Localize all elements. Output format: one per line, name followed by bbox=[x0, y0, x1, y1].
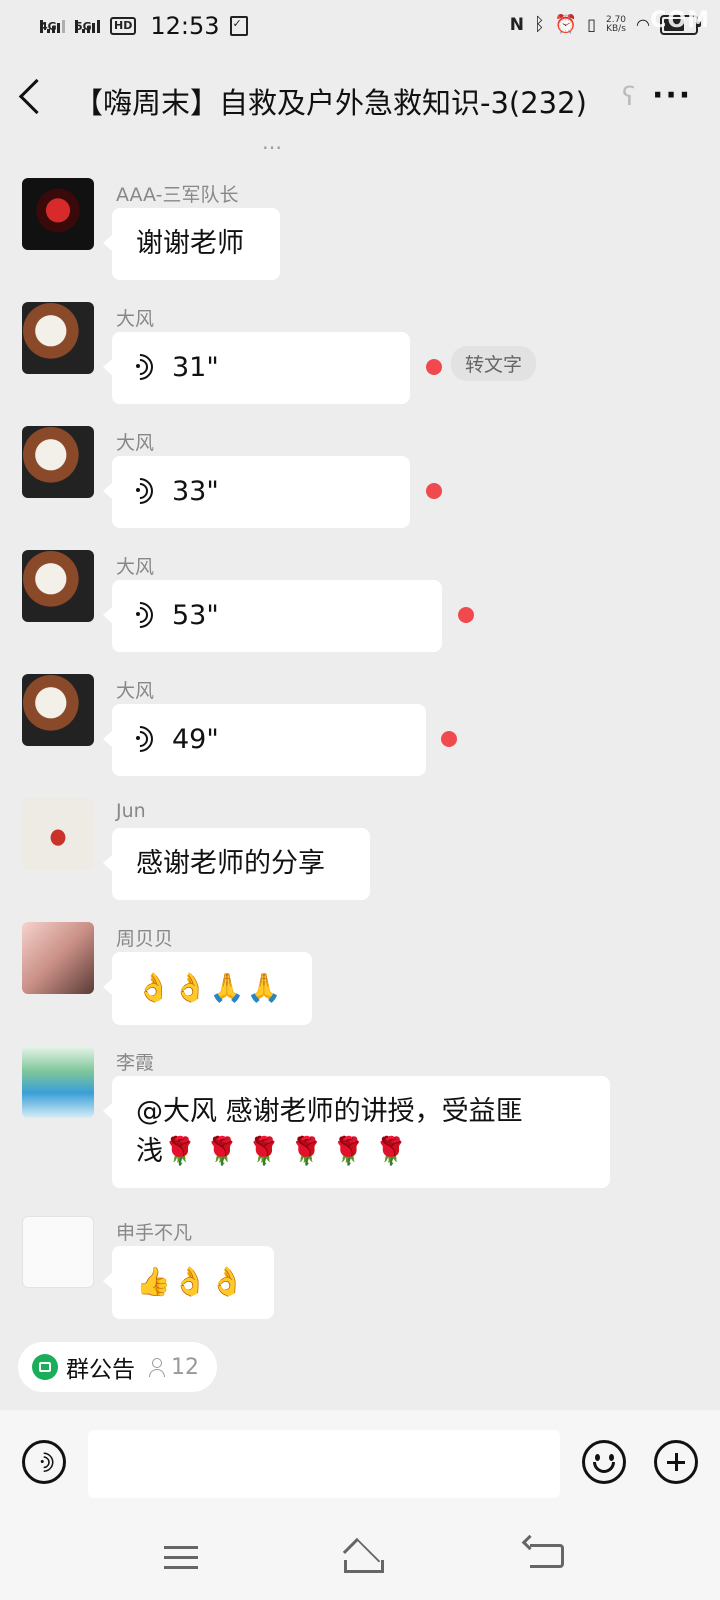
avatar[interactable] bbox=[22, 550, 94, 622]
vibrate-icon: ▯ bbox=[587, 15, 596, 34]
announcement-icon bbox=[32, 1354, 58, 1380]
sender-name: 周贝贝 bbox=[116, 928, 174, 950]
voice-icon bbox=[29, 1448, 58, 1477]
network-speed-unit: KB/s bbox=[606, 23, 626, 34]
cut-off-message: … bbox=[262, 144, 462, 154]
clipboard-icon bbox=[229, 16, 248, 36]
avatar[interactable] bbox=[22, 302, 94, 374]
network-speed: 2.70 KB/s bbox=[606, 15, 626, 34]
watermark: COM bbox=[650, 8, 710, 33]
sender-name: Jun bbox=[116, 800, 146, 822]
recent-apps-icon[interactable] bbox=[164, 1546, 198, 1570]
voice-duration: 49" bbox=[172, 724, 219, 755]
sender-name: 李霞 bbox=[116, 1052, 155, 1074]
voice-duration: 31" bbox=[172, 352, 219, 383]
message-bubble[interactable]: 👌👌🙏🙏 bbox=[103, 952, 312, 1025]
status-bar: 4G 5G HD 12:53 N ᛒ ⏰ ▯ 2.70 KB/s ◠ COM bbox=[0, 0, 720, 56]
back-arrow-icon[interactable] bbox=[18, 78, 55, 115]
voice-duration: 33" bbox=[172, 476, 219, 507]
message-text: 谢谢老师 bbox=[136, 228, 244, 259]
more-options-button[interactable]: ··· bbox=[652, 78, 692, 113]
message-bubble[interactable]: 感谢老师的分享 bbox=[103, 828, 370, 900]
network-label-4g: 4G bbox=[40, 19, 57, 33]
voice-message-bubble[interactable]: 33" bbox=[103, 456, 410, 528]
bluetooth-icon: ᛒ bbox=[533, 14, 545, 35]
system-nav-bar bbox=[0, 1510, 720, 1600]
hd-voice-icon: HD bbox=[110, 17, 137, 35]
alarm-icon: ⏰ bbox=[554, 14, 578, 35]
message-text-line2: 浅🌹 🌹 🌹 🌹 🌹 🌹 bbox=[136, 1136, 408, 1167]
signal-4g-icon: 4G bbox=[40, 19, 65, 33]
voice-message-bubble[interactable]: 53" bbox=[103, 580, 442, 652]
announcement-count: 12 bbox=[171, 1354, 199, 1380]
sender-name: 申手不凡 bbox=[116, 1222, 193, 1244]
message-input[interactable] bbox=[88, 1430, 560, 1498]
sender-name: 大风 bbox=[116, 432, 155, 454]
input-bar bbox=[0, 1410, 720, 1510]
avatar[interactable] bbox=[22, 1046, 94, 1118]
message-bubble[interactable]: 谢谢老师 bbox=[103, 208, 280, 280]
voice-message-bubble[interactable]: 31" bbox=[103, 332, 410, 404]
emoji-button[interactable] bbox=[582, 1440, 626, 1484]
network-label-5g: 5G bbox=[75, 19, 92, 33]
sender-name: 大风 bbox=[116, 308, 155, 330]
unread-dot bbox=[441, 731, 457, 747]
announcement-label: 群公告 bbox=[66, 1357, 135, 1383]
sender-name: AAA-三军队长 bbox=[116, 184, 239, 206]
sender-name: 大风 bbox=[116, 556, 155, 578]
sender-name: 大风 bbox=[116, 680, 155, 702]
unread-dot bbox=[426, 483, 442, 499]
chat-title: 【嗨周末】自救及户外急救知识-3(232) bbox=[74, 86, 587, 120]
message-bubble[interactable]: 👍👌👌 bbox=[103, 1246, 274, 1319]
avatar[interactable] bbox=[22, 922, 94, 994]
voice-wave-icon bbox=[121, 720, 159, 758]
voice-message-bubble[interactable]: 49" bbox=[103, 704, 426, 776]
person-icon bbox=[149, 1358, 165, 1377]
voice-wave-icon bbox=[121, 472, 159, 510]
avatar[interactable] bbox=[22, 178, 94, 250]
status-left: 4G 5G HD 12:53 bbox=[40, 12, 248, 40]
voice-wave-icon bbox=[121, 348, 159, 386]
avatar[interactable] bbox=[22, 798, 94, 870]
voice-duration: 53" bbox=[172, 600, 219, 631]
signal-5g-icon: 5G bbox=[75, 19, 100, 33]
group-announcement-button[interactable]: 群公告 12 bbox=[18, 1342, 217, 1392]
voice-wave-icon bbox=[121, 596, 159, 634]
more-functions-button[interactable] bbox=[654, 1440, 698, 1484]
emoji-message: 👍👌👌 bbox=[136, 1265, 247, 1298]
nfc-icon: N bbox=[509, 14, 524, 35]
message-list[interactable]: … AAA-三军队长 谢谢老师 大风 31" 转文字 大风 33" bbox=[0, 144, 720, 1324]
unread-dot bbox=[426, 359, 442, 375]
earpiece-mode-icon: ʕ bbox=[622, 82, 636, 112]
unread-dot bbox=[458, 607, 474, 623]
avatar[interactable] bbox=[22, 674, 94, 746]
message-text: @大风 感谢老师的讲授，受益匪 bbox=[136, 1096, 523, 1127]
message-bubble[interactable]: @大风 感谢老师的讲授，受益匪 浅🌹 🌹 🌹 🌹 🌹 🌹 bbox=[103, 1076, 610, 1188]
wifi-icon: ◠ bbox=[636, 15, 650, 34]
message-text: 感谢老师的分享 bbox=[136, 848, 325, 879]
avatar[interactable] bbox=[22, 426, 94, 498]
avatar[interactable] bbox=[22, 1216, 94, 1288]
chat-header: 【嗨周末】自救及户外急救知识-3(232) ʕ ··· bbox=[0, 56, 720, 144]
emoji-message: 👌👌🙏🙏 bbox=[136, 971, 284, 1004]
back-icon[interactable] bbox=[530, 1544, 564, 1568]
status-time: 12:53 bbox=[150, 12, 220, 40]
home-icon[interactable] bbox=[338, 1536, 384, 1576]
voice-input-button[interactable] bbox=[22, 1440, 66, 1484]
convert-to-text-button[interactable]: 转文字 bbox=[451, 346, 537, 381]
